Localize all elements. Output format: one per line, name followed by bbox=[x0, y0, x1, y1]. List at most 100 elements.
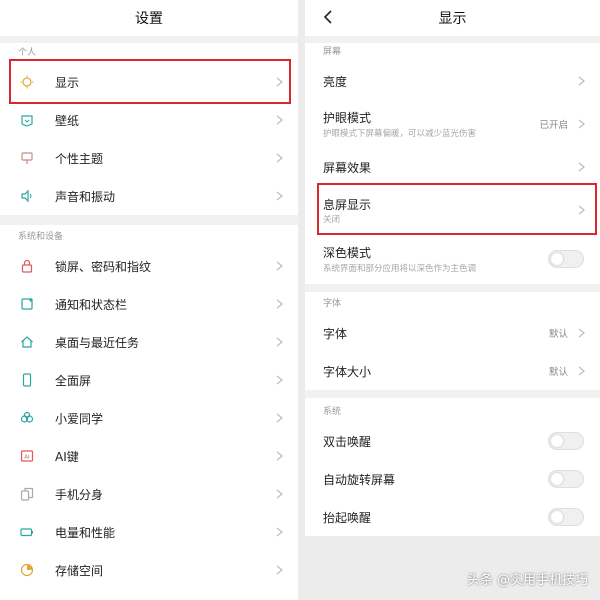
settings-item-label: 小爱同学 bbox=[55, 411, 104, 426]
display-item-description: 护眼模式下屏幕偏暖，可以减少蓝光伤害 bbox=[323, 129, 477, 139]
chevron-right-icon bbox=[576, 205, 586, 215]
display-item-always-on-display[interactable]: 息屏显示 关闭 bbox=[305, 186, 600, 234]
page-title: 设置 bbox=[135, 11, 163, 27]
settings-item-display[interactable]: 显示 bbox=[0, 63, 298, 101]
display-item-raise-to-wake[interactable]: 抬起唤醒 bbox=[305, 498, 600, 536]
settings-item-label: 电量和性能 bbox=[55, 525, 116, 540]
display-item-eye-protection[interactable]: 护眼模式 护眼模式下屏幕偏暖，可以减少蓝光伤害 已开启 bbox=[305, 100, 600, 148]
theme-icon bbox=[20, 151, 34, 165]
phone-icon bbox=[20, 373, 34, 387]
back-arrow-icon[interactable] bbox=[317, 6, 339, 28]
display-item-label: 双击唤醒 bbox=[323, 434, 372, 449]
chevron-right-icon bbox=[274, 77, 284, 87]
display-item-label: 抬起唤醒 bbox=[323, 510, 372, 525]
settings-item-label: 手机分身 bbox=[55, 487, 104, 502]
settings-item-lockscreen[interactable]: 锁屏、密码和指纹 bbox=[0, 247, 298, 285]
settings-item-label: 桌面与最近任务 bbox=[55, 335, 140, 350]
settings-item-label: 全面屏 bbox=[55, 373, 92, 388]
chevron-right-icon bbox=[274, 413, 284, 423]
settings-item-label: 个性主题 bbox=[55, 151, 104, 166]
settings-item-label: 壁纸 bbox=[55, 113, 80, 128]
lock-icon bbox=[20, 259, 34, 273]
chevron-right-icon bbox=[576, 119, 586, 129]
wallpaper-icon bbox=[20, 113, 34, 127]
svg-text:AI: AI bbox=[24, 455, 30, 461]
chevron-right-icon bbox=[274, 451, 284, 461]
chevron-right-icon bbox=[274, 191, 284, 201]
settings-item-label: 通知和状态栏 bbox=[55, 297, 128, 312]
chevron-right-icon bbox=[576, 328, 586, 338]
divider bbox=[305, 36, 600, 43]
display-item-dark-mode[interactable]: 深色模式 系统界面和部分应用将以深色作为主色调 bbox=[305, 235, 600, 283]
display-item-label: 屏幕效果 bbox=[323, 160, 372, 175]
dual-space-icon bbox=[20, 487, 34, 501]
bottom-filler bbox=[305, 536, 600, 600]
display-item-label: 字体 bbox=[323, 326, 348, 341]
section-label-personal: 个人 bbox=[18, 48, 37, 58]
settings-item-label: AI键 bbox=[55, 449, 79, 464]
divider bbox=[305, 390, 600, 398]
double-tap-wake-toggle[interactable] bbox=[548, 432, 584, 450]
section-label-system-device: 系统和设备 bbox=[18, 232, 64, 242]
status-value: 已开启 bbox=[539, 120, 568, 131]
display-item-screen-effect[interactable]: 屏幕效果 bbox=[305, 148, 600, 186]
xiaoai-icon bbox=[20, 411, 34, 425]
settings-item-xiaoai[interactable]: 小爱同学 bbox=[0, 399, 298, 437]
display-item-label: 护眼模式 bbox=[323, 111, 372, 125]
settings-item-ai-key[interactable]: AI AI键 bbox=[0, 437, 298, 475]
status-value: 默认 bbox=[548, 329, 568, 340]
status-value: 默认 bbox=[548, 367, 568, 378]
settings-item-wallpaper[interactable]: 壁纸 bbox=[0, 101, 298, 139]
settings-item-label: 显示 bbox=[55, 75, 80, 90]
notification-icon bbox=[20, 297, 34, 311]
display-item-brightness[interactable]: 亮度 bbox=[305, 62, 600, 100]
chevron-right-icon bbox=[274, 565, 284, 575]
display-item-label: 字体大小 bbox=[323, 364, 372, 379]
settings-item-sound[interactable]: 声音和振动 bbox=[0, 177, 298, 215]
settings-item-notifications[interactable]: 通知和状态栏 bbox=[0, 285, 298, 323]
dark-mode-toggle[interactable] bbox=[548, 250, 584, 268]
section-label-screen: 屏幕 bbox=[323, 47, 342, 57]
battery-icon bbox=[20, 525, 34, 539]
chevron-right-icon bbox=[274, 115, 284, 125]
settings-item-theme[interactable]: 个性主题 bbox=[0, 139, 298, 177]
chevron-right-icon bbox=[274, 489, 284, 499]
chevron-right-icon bbox=[274, 299, 284, 309]
display-panel: 显示 屏幕 亮度 护眼模式 护眼模式下屏幕偏暖，可以减少蓝光伤害 已开启 屏幕效… bbox=[305, 0, 600, 600]
page-title: 显示 bbox=[438, 11, 467, 27]
speaker-icon bbox=[20, 189, 34, 203]
display-item-label: 亮度 bbox=[323, 74, 348, 89]
settings-item-dual-space[interactable]: 手机分身 bbox=[0, 475, 298, 513]
divider bbox=[305, 284, 600, 292]
chevron-right-icon bbox=[274, 337, 284, 347]
display-item-label: 自动旋转屏幕 bbox=[323, 472, 396, 487]
settings-panel: 设置 个人 显示 壁纸 个性主题 声音和振动 系统和设备 锁屏、密码和指纹 通知… bbox=[0, 0, 298, 600]
chevron-right-icon bbox=[576, 162, 586, 172]
settings-item-fullscreen[interactable]: 全面屏 bbox=[0, 361, 298, 399]
settings-item-desktop[interactable]: 桌面与最近任务 bbox=[0, 323, 298, 361]
display-item-double-tap-wake[interactable]: 双击唤醒 bbox=[305, 422, 600, 460]
display-item-font[interactable]: 字体 默认 bbox=[305, 314, 600, 352]
settings-item-storage[interactable]: 存储空间 bbox=[0, 551, 298, 589]
display-item-description: 系统界面和部分应用将以深色作为主色调 bbox=[323, 264, 477, 274]
watermark: 头条 @实用手机技巧 bbox=[466, 573, 588, 588]
divider bbox=[0, 215, 298, 225]
section-label-font: 字体 bbox=[323, 299, 342, 309]
chevron-right-icon bbox=[576, 76, 586, 86]
display-item-auto-rotate[interactable]: 自动旋转屏幕 bbox=[305, 460, 600, 498]
storage-icon bbox=[20, 563, 34, 577]
home-icon bbox=[20, 335, 34, 349]
chevron-right-icon bbox=[274, 375, 284, 385]
settings-item-battery[interactable]: 电量和性能 bbox=[0, 513, 298, 551]
sun-icon bbox=[20, 75, 34, 89]
section-label-system: 系统 bbox=[323, 407, 342, 417]
display-item-font-size[interactable]: 字体大小 默认 bbox=[305, 352, 600, 390]
display-item-label: 深色模式 bbox=[323, 246, 372, 260]
chevron-right-icon bbox=[274, 527, 284, 537]
display-item-status: 关闭 bbox=[323, 215, 341, 225]
raise-to-wake-toggle[interactable] bbox=[548, 508, 584, 526]
ai-key-icon: AI bbox=[20, 449, 34, 463]
auto-rotate-toggle[interactable] bbox=[548, 470, 584, 488]
settings-item-label: 锁屏、密码和指纹 bbox=[55, 259, 152, 274]
settings-item-label: 存储空间 bbox=[55, 563, 104, 578]
